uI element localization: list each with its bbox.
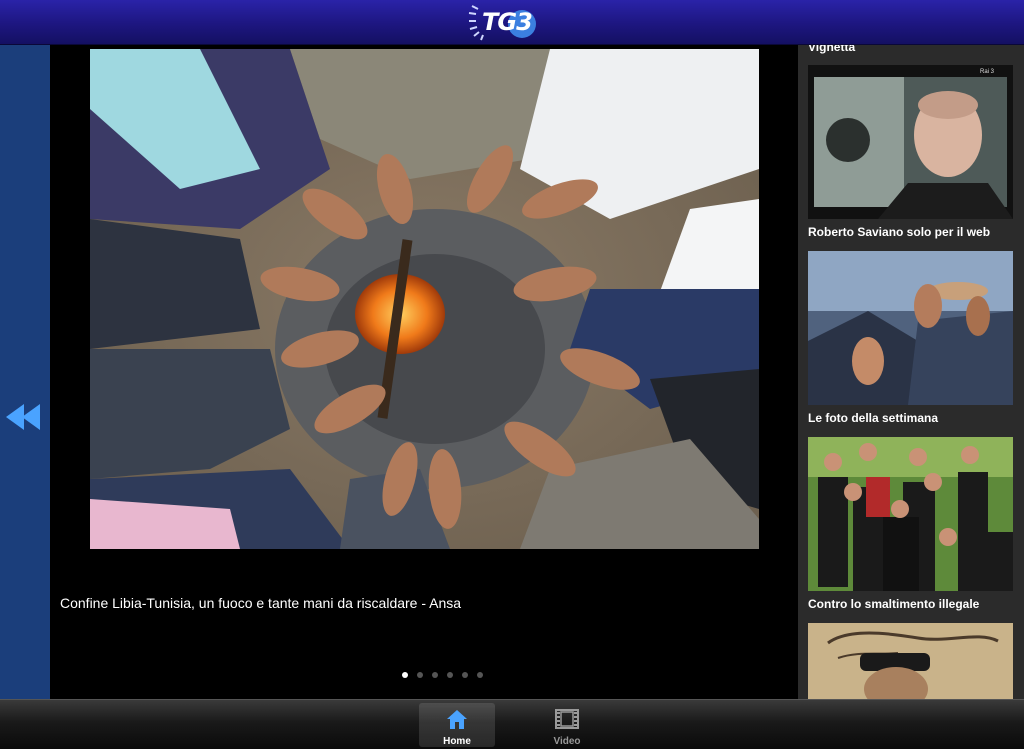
tab-home[interactable]: Home — [419, 703, 495, 747]
tab-label: Video — [553, 736, 581, 747]
photo-gallery: Confine Libia-Tunisia, un fuoco e tante … — [50, 45, 798, 699]
home-icon — [447, 710, 467, 729]
gallery-photo[interactable] — [90, 49, 759, 549]
page-dot[interactable] — [432, 672, 438, 678]
tab-video[interactable]: Video — [529, 703, 605, 747]
app-header: TG3 — [0, 0, 1024, 45]
page-dot[interactable] — [402, 672, 408, 678]
bottom-tab-bar: Home Video — [0, 699, 1024, 749]
photo-caption: Confine Libia-Tunisia, un fuoco e tante … — [60, 595, 462, 611]
saviano-video-thumbnail[interactable]: Rai 3 — [808, 65, 1013, 219]
double-chevron-left-icon — [6, 404, 40, 430]
sidebar-item-title[interactable]: Roberto Saviano solo per il web — [808, 225, 990, 239]
page-dot[interactable] — [477, 672, 483, 678]
tg3-logo: TG3 — [466, 2, 540, 42]
page-dot[interactable] — [447, 672, 453, 678]
left-nav-strip — [0, 45, 50, 699]
weekly-photos-thumbnail[interactable] — [808, 251, 1013, 405]
illegal-disposal-thumbnail[interactable] — [808, 437, 1013, 591]
page-dot[interactable] — [417, 672, 423, 678]
previous-button[interactable] — [4, 400, 44, 434]
sidebar-item-title[interactable]: Contro lo smaltimento illegale — [808, 597, 979, 611]
page-indicator[interactable] — [402, 672, 483, 682]
tab-label: Home — [443, 736, 471, 747]
svg-text:Rai 3: Rai 3 — [980, 69, 995, 75]
news-sidebar: Vignetta Rai 3 Roberto Saviano solo per … — [798, 45, 1024, 699]
sidebar-item-title[interactable]: Vignetta — [808, 45, 855, 54]
logo-text: TG3 — [482, 8, 533, 36]
page-dot[interactable] — [462, 672, 468, 678]
gaddafi-thumbnail[interactable] — [808, 623, 1013, 699]
sidebar-item-title[interactable]: Le foto della settimana — [808, 411, 938, 425]
film-icon — [555, 709, 579, 729]
